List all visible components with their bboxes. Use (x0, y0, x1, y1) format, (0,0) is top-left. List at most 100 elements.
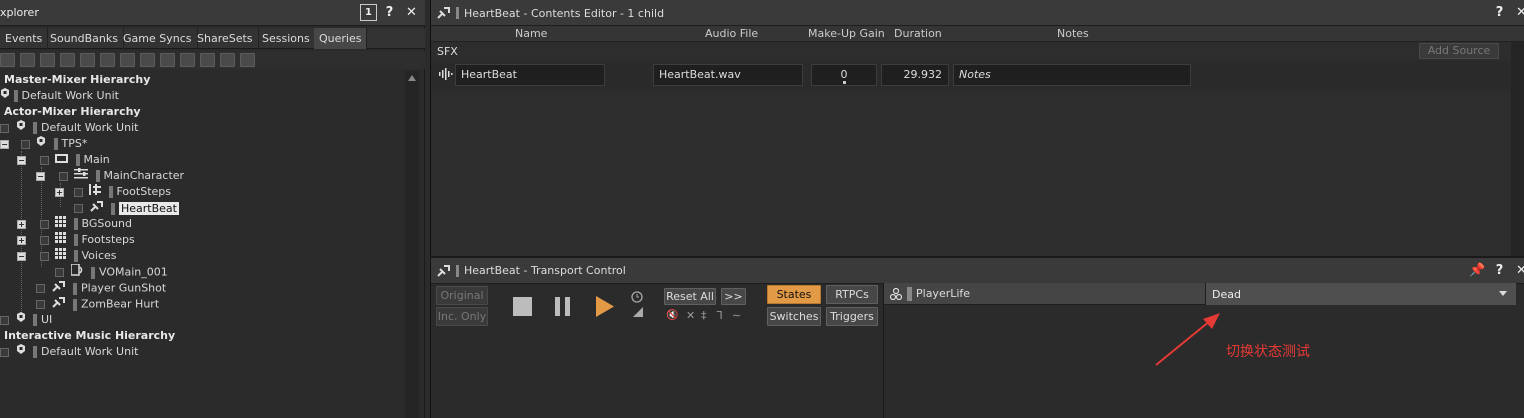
toolbar-random-container-icon[interactable] (100, 53, 115, 67)
tab-sharesets[interactable]: ShareSets (192, 28, 259, 49)
toolbar-actor-mixer-icon[interactable] (80, 53, 95, 67)
tree-item-voices[interactable]: − Voices (17, 248, 117, 264)
checkbox[interactable] (39, 235, 49, 245)
tab-switches[interactable]: Switches (767, 307, 821, 326)
tree-item-music-default-work-unit[interactable]: Default Work Unit (0, 344, 138, 360)
column-name[interactable]: Name (515, 27, 547, 41)
checkbox[interactable] (0, 347, 9, 357)
checkbox[interactable] (36, 284, 45, 293)
close-icon[interactable]: ✕ (1513, 4, 1524, 21)
table-row[interactable]: HeartBeat HeartBeat.wav 0 29.932 Notes (431, 61, 1524, 89)
toolbar-virtual-folder-icon[interactable] (60, 53, 75, 67)
tree-item-footsteps-switch[interactable]: + FootSteps (55, 184, 171, 200)
tree-item-maincharacter[interactable]: − MainCharacter (36, 168, 184, 184)
collapse-icon[interactable]: − (0, 139, 9, 149)
reset-all-button[interactable]: Reset All (664, 288, 716, 305)
tab-events[interactable]: Events (0, 28, 49, 49)
checkbox[interactable] (36, 300, 45, 309)
checkbox[interactable] (39, 219, 49, 229)
filter-icon[interactable]: ᒣ (716, 309, 723, 322)
tab-states[interactable]: States (767, 285, 821, 304)
toolbar-work-unit-icon[interactable] (0, 53, 15, 67)
original-button[interactable]: Original (436, 286, 488, 305)
tree-section-interactive-music[interactable]: Interactive Music Hierarchy (4, 328, 175, 344)
close-icon[interactable]: ✕ (1513, 262, 1524, 279)
eq-icon[interactable]: ‡ (701, 309, 707, 322)
help-icon[interactable]: ? (1491, 4, 1508, 21)
column-audio-file[interactable]: Audio File (705, 27, 758, 41)
checkbox[interactable] (39, 251, 49, 261)
toolbar-music-icon[interactable] (220, 53, 235, 67)
pin-icon[interactable]: 📌 (1469, 262, 1486, 279)
tree-item-footsteps[interactable]: + Footsteps (17, 232, 135, 248)
makeup-gain-slider[interactable]: 0 (811, 64, 877, 86)
tree-item-main[interactable]: − Main (17, 152, 110, 168)
audio-file-cell[interactable]: HeartBeat.wav (653, 64, 803, 86)
tree-item-zombear-hurt[interactable]: ZomBear Hurt (36, 296, 159, 312)
name-cell[interactable]: HeartBeat (455, 64, 605, 86)
tab-queries[interactable]: Queries (314, 28, 368, 49)
checkbox[interactable] (20, 139, 30, 149)
tree-item-player-gunshot[interactable]: Player GunShot (36, 280, 166, 296)
tree-item-heartbeat[interactable]: HeartBeat (74, 200, 179, 216)
toolbar-blend-container-icon[interactable] (160, 53, 175, 67)
play-icon[interactable] (596, 296, 614, 320)
expand-icon[interactable]: + (17, 219, 26, 229)
toolbar-physical-folder-icon[interactable] (40, 53, 55, 67)
tree-item-actor-default-work-unit[interactable]: Default Work Unit (0, 120, 138, 136)
tab-triggers[interactable]: Triggers (826, 307, 878, 326)
close-icon[interactable]: ✕ (403, 4, 420, 21)
add-source-button[interactable]: Add Source >> (1419, 43, 1499, 71)
tree-item-vomain[interactable]: VOMain_001 (55, 263, 168, 280)
tree-section-master-mixer[interactable]: Master-Mixer Hierarchy (4, 72, 150, 88)
contents-scrollbar[interactable] (1511, 42, 1524, 256)
tab-soundbanks[interactable]: SoundBanks (45, 28, 124, 49)
state-row[interactable]: PlayerLife Dead (884, 283, 1516, 305)
help-icon[interactable]: ? (381, 4, 398, 21)
tree-item-master-default-work-unit[interactable]: Default Work Unit (0, 88, 119, 104)
state-dropdown[interactable]: Dead (1205, 283, 1516, 305)
expand-icon[interactable]: + (55, 187, 64, 197)
mute-icon[interactable]: 🔇 (666, 310, 678, 321)
more-button[interactable]: >> (721, 288, 746, 305)
toolbar-folder-icon[interactable] (20, 53, 35, 67)
chevron-down-icon[interactable] (1499, 291, 1507, 296)
inc-only-button[interactable]: Inc. Only (436, 307, 488, 326)
expand-icon[interactable]: + (17, 235, 26, 245)
pause-icon[interactable] (555, 297, 571, 319)
stop-icon[interactable] (513, 297, 532, 316)
toolbar-sound-icon[interactable] (180, 53, 195, 67)
tree-item-bgsound[interactable]: + BGSound (17, 216, 132, 232)
collapse-icon[interactable]: − (36, 171, 45, 181)
column-duration[interactable]: Duration (894, 27, 942, 41)
bypass-icon[interactable]: ✕ (686, 309, 695, 322)
slider-handle-icon[interactable] (843, 81, 846, 84)
checkbox[interactable] (55, 268, 64, 277)
tab-game-syncs[interactable]: Game Syncs (118, 28, 198, 49)
tab-rtpcs[interactable]: RTPCs (826, 285, 878, 304)
toolbar-bus-icon[interactable] (240, 53, 255, 67)
collapse-icon[interactable]: − (17, 251, 26, 261)
toolbar-sequence-container-icon[interactable] (120, 53, 135, 67)
clock-icon[interactable] (631, 291, 643, 306)
toolbar-voice-icon[interactable] (200, 53, 215, 67)
tree-item-ui[interactable]: UI (0, 312, 52, 328)
checkbox[interactable] (58, 171, 68, 181)
tree-scrollbar[interactable] (405, 71, 419, 418)
help-icon[interactable]: ? (1491, 262, 1508, 279)
toolbar-switch-container-icon[interactable] (140, 53, 155, 67)
checkbox[interactable] (0, 123, 9, 133)
checkbox[interactable] (39, 155, 49, 165)
collapse-icon[interactable]: − (17, 155, 26, 165)
tree-item-tps[interactable]: − TPS* (0, 136, 87, 152)
column-notes[interactable]: Notes (1057, 27, 1089, 41)
scroll-up-icon[interactable] (408, 75, 416, 81)
checkbox[interactable] (0, 315, 9, 325)
wave-icon[interactable]: ∼ (732, 309, 741, 322)
panel-number-icon[interactable]: 1 (360, 4, 377, 21)
checkbox[interactable] (74, 204, 83, 213)
checkbox[interactable] (73, 187, 83, 197)
tree-section-actor-mixer[interactable]: Actor-Mixer Hierarchy (4, 104, 141, 120)
notes-cell[interactable]: Notes (953, 64, 1191, 86)
column-makeup-gain[interactable]: Make-Up Gain (808, 27, 885, 41)
